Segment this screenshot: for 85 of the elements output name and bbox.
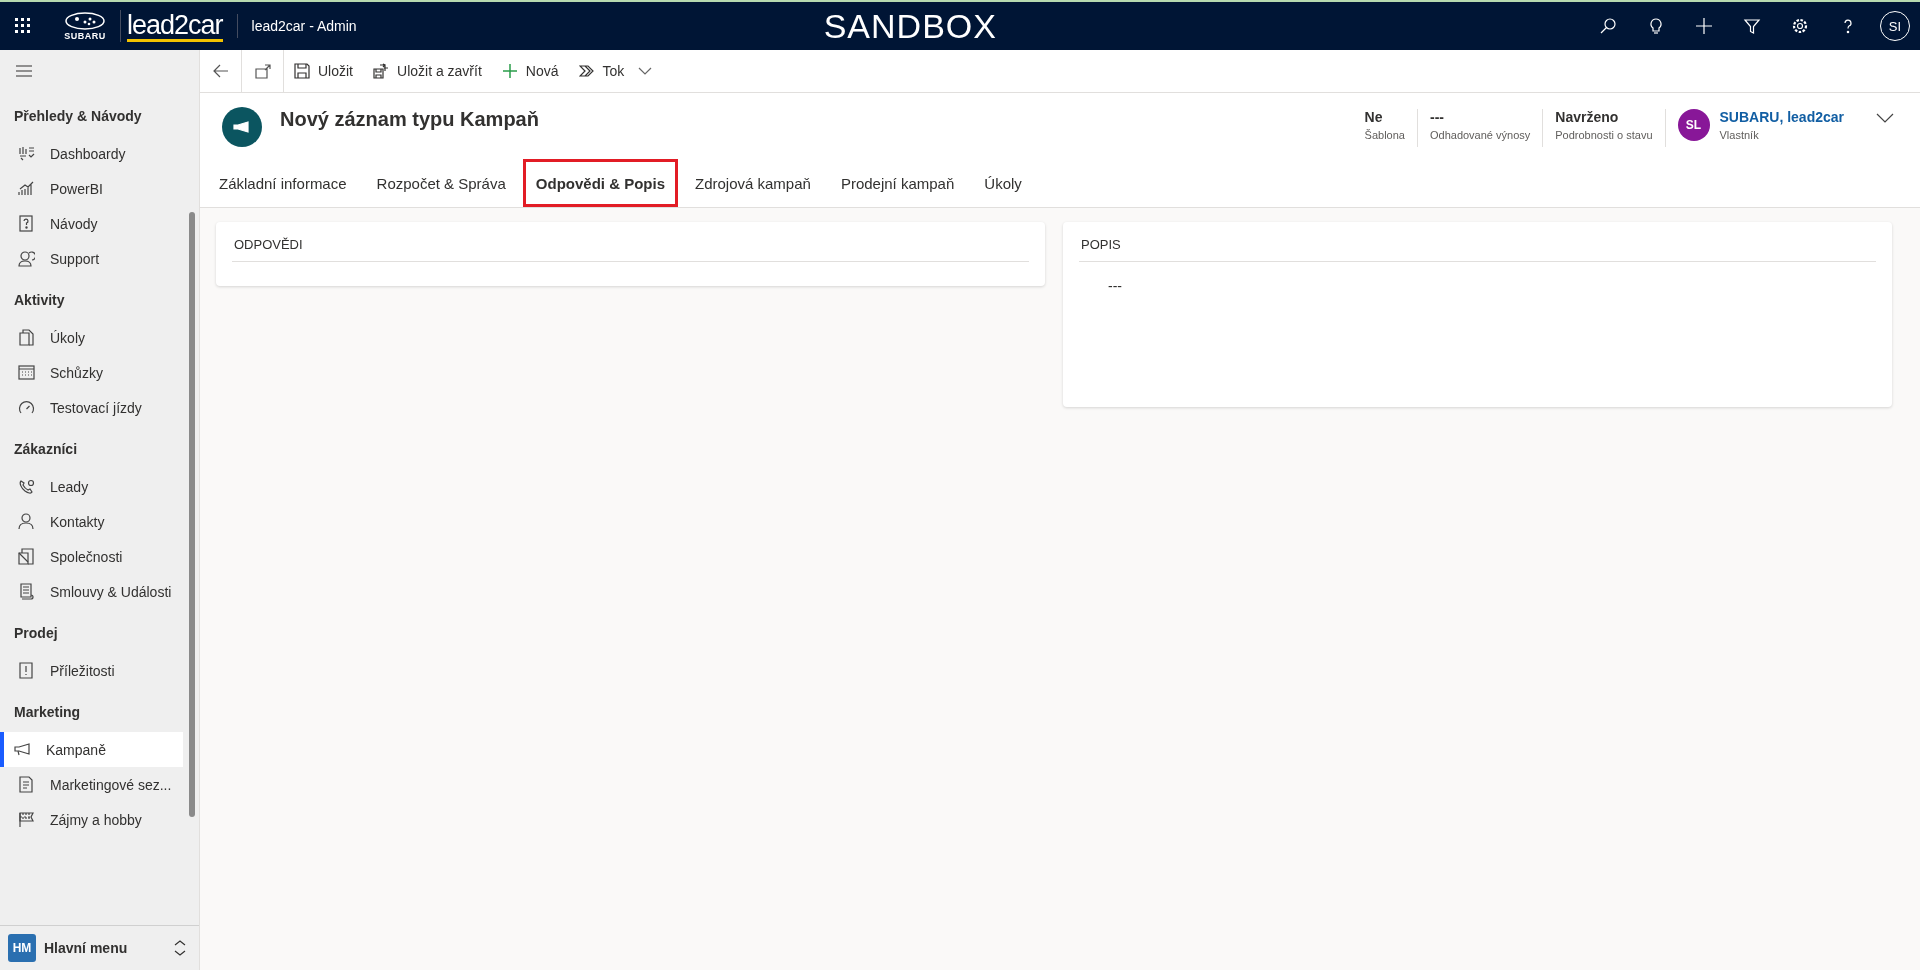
sidebar-item[interactable]: Kontakty: [0, 504, 183, 539]
star-logo-icon: [63, 11, 107, 31]
section-heading: Přehledy & Návody: [13, 107, 143, 126]
section-heading: Prodej: [13, 624, 59, 643]
sidebar-item[interactable]: Smlouvy & Události: [0, 574, 183, 609]
flow-icon: [578, 63, 595, 79]
sidebar-item[interactable]: PowerBI: [0, 171, 183, 206]
sidebar-item[interactable]: Úkoly: [0, 320, 183, 355]
tab[interactable]: Prodejní kampaň: [827, 159, 968, 207]
phone-icon: [18, 478, 35, 495]
section-heading: Aktivity: [13, 291, 66, 310]
back-arrow-icon: [211, 62, 230, 80]
save-icon: [294, 63, 310, 79]
area-label: Hlavní menu: [44, 940, 129, 956]
sidebar-item[interactable]: Testovací jízdy: [0, 390, 183, 425]
menu-icon: [16, 64, 32, 78]
area-switcher[interactable]: HM Hlavní menu: [0, 925, 199, 970]
tab[interactable]: Zdrojová kampaň: [682, 159, 824, 207]
people-icon: [18, 250, 35, 267]
alert-page-icon: [18, 662, 35, 679]
calendar-icon: [18, 364, 35, 381]
section-title: POPIS: [1079, 222, 1876, 262]
section-heading: Marketing: [13, 703, 82, 722]
expand-header-button[interactable]: [1876, 113, 1894, 123]
tab[interactable]: Rozpočet & Správa: [363, 159, 519, 207]
chevron-down-icon: [638, 67, 653, 75]
header-field-label: Podrobnosti o stavu: [1555, 129, 1653, 141]
sidebar-item[interactable]: Leady: [0, 469, 183, 504]
header-field-label: Šablona: [1364, 129, 1405, 141]
tab[interactable]: Odpovědi & Popis: [522, 159, 678, 207]
header-field-value: Ne: [1364, 109, 1384, 125]
sidebar-item[interactable]: Support: [0, 241, 183, 276]
scrollbar[interactable]: [189, 212, 195, 817]
area-avatar: HM: [8, 934, 36, 962]
sidebar-item[interactable]: Návody: [0, 206, 183, 241]
command-button[interactable]: Uložit a zavřít: [363, 50, 492, 92]
environment-label: SANDBOX: [823, 6, 997, 46]
section-title: ODPOVĚDI: [232, 222, 1029, 262]
command-button[interactable]: Nová: [491, 50, 569, 92]
header-field-value: ---: [1429, 109, 1445, 125]
brand-caption: SUBARU: [64, 31, 106, 41]
owner-link[interactable]: SUBARU, lead2car: [1719, 109, 1844, 125]
megaphone-icon: [14, 741, 31, 758]
header-field-value: Navrženo: [1555, 109, 1620, 125]
lightbulb-icon: [1647, 17, 1665, 35]
search-icon: [1599, 17, 1617, 35]
product-logo: lead2car: [127, 10, 223, 42]
sidebar-item[interactable]: Kampaně: [0, 732, 183, 767]
person-icon: [18, 513, 35, 530]
command-button[interactable]: Uložit: [284, 50, 363, 92]
plus-icon: [1695, 17, 1713, 35]
field-value: ---: [1107, 277, 1123, 296]
megaphone-entity-icon: [222, 107, 262, 147]
chevron-down-icon: [1876, 113, 1894, 123]
record-title: Nový záznam typu Kampaň: [280, 107, 540, 131]
settings-icon: [1791, 17, 1809, 35]
waffle-icon: [14, 17, 32, 35]
tab[interactable]: Úkoly: [971, 159, 1035, 207]
sidebar-item[interactable]: Příležitosti: [0, 653, 183, 688]
checkered-flag-icon: [18, 811, 35, 828]
app-title[interactable]: lead2car - Admin: [251, 18, 357, 34]
list-page-icon: [18, 776, 35, 793]
gauge-icon: [18, 399, 35, 416]
header-field-label: Odhadované výnosy: [1429, 129, 1531, 141]
dashboard-icon: [18, 145, 35, 162]
tab[interactable]: Základní informace: [206, 159, 360, 207]
sidebar-item[interactable]: Schůzky: [0, 355, 183, 390]
updown-chevron-icon: [173, 939, 187, 957]
section-heading: Zákazníci: [13, 440, 79, 459]
save-close-icon: [373, 63, 389, 79]
plus-icon: [501, 63, 518, 79]
command-button[interactable]: Tok: [568, 50, 663, 92]
scroll-icon: [18, 583, 35, 600]
sidebar-item[interactable]: Marketingové sez...: [0, 767, 183, 802]
help-page-icon: [18, 215, 35, 232]
popout-icon: [254, 63, 271, 79]
document-icon: [18, 329, 35, 346]
sidebar-item[interactable]: Společnosti: [0, 539, 183, 574]
owner-avatar: SL: [1677, 109, 1710, 141]
chart-icon: [18, 180, 35, 197]
sidebar-item[interactable]: Zájmy a hobby: [0, 802, 183, 837]
building-icon: [18, 548, 35, 565]
filter-icon: [1743, 17, 1761, 35]
sidebar-item[interactable]: Dashboardy: [0, 136, 183, 171]
header-field-label: Vlastník: [1719, 129, 1760, 141]
